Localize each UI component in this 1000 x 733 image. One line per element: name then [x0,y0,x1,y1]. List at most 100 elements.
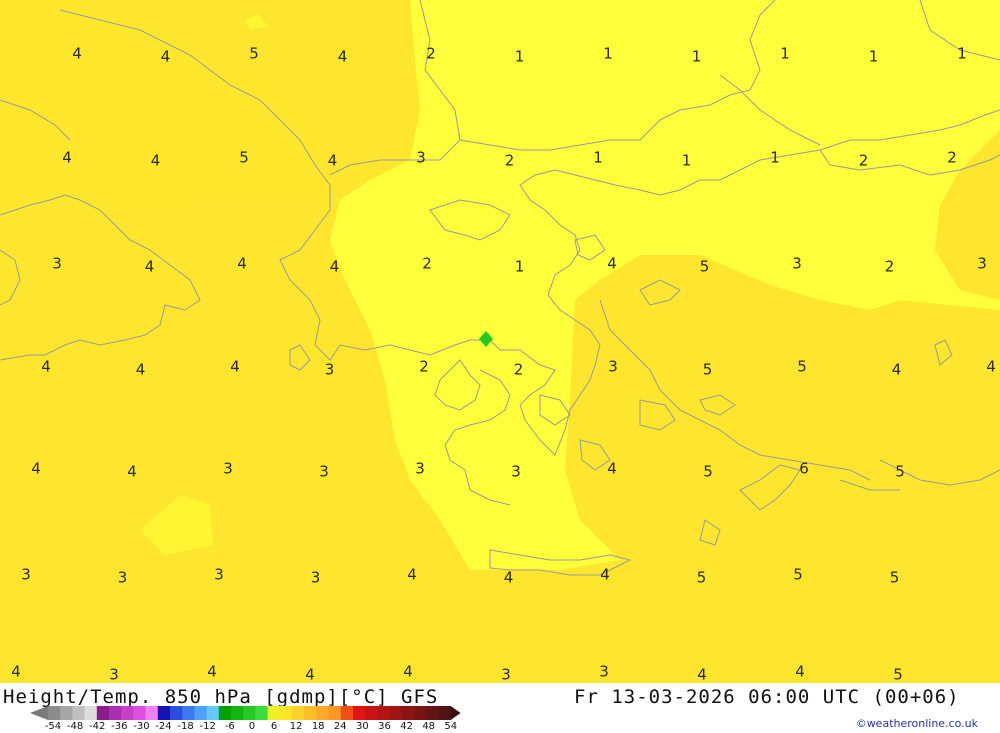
grid-value: 4 [31,459,41,478]
scale-swatch [365,706,378,720]
grid-value: 4 [337,47,348,66]
grid-value: 4 [327,151,338,170]
scale-swatch [133,706,147,720]
footer: Height/Temp. 850 hPa [gdmp][°C] GFS Fr 1… [0,683,1000,733]
scale-swatch [328,706,342,720]
scale-tick-label: 48 [422,721,436,732]
grid-value: 4 [230,357,240,376]
grid-value: 4 [503,568,514,587]
grid-value: 2 [884,257,895,276]
scale-tick-label: 18 [311,721,325,732]
grid-value: 1 [868,47,879,66]
grid-value: 4 [891,360,902,379]
grid-value: 1 [681,151,692,170]
grid-value: 3 [214,565,224,584]
scale-swatch [84,706,98,720]
grid-value: 2 [858,151,869,170]
grid-value: 1 [603,44,613,63]
scale-swatch [194,706,208,720]
scale-tick-label: -54 [44,721,62,732]
grid-value: 4 [697,665,707,683]
scale-tick-label: -6 [224,721,235,732]
grid-value: 3 [223,459,233,478]
grid-value: 3 [324,360,335,379]
scale-swatch [414,706,427,720]
grid-value: 1 [691,47,702,66]
grid-value: 3 [117,568,128,587]
scale-tick-label: -24 [155,721,172,732]
scale-tick-label: 24 [333,721,347,732]
grid-value: 3 [511,462,521,481]
grid-value: 3 [52,254,62,273]
grid-value: 5 [239,148,249,167]
grid-value: 5 [249,44,259,63]
scale-swatch [121,706,134,720]
grid-value: 4 [237,254,247,273]
isotherm-region-islet2 [245,14,268,30]
scale-tick-label: -36 [111,721,128,732]
grid-value: 5 [895,462,905,481]
grid-value: 2 [419,357,429,376]
scale-tick-label: 54 [444,721,458,732]
scale-swatch [145,706,159,720]
grid-value: 4 [795,662,805,681]
scale-swatch [243,706,256,720]
grid-value: 5 [889,568,900,587]
grid-value: 5 [699,257,710,276]
grid-value: 6 [799,459,809,478]
grid-value: 5 [696,568,707,587]
scale-tick-label: 12 [289,721,303,732]
grid-value: 3 [792,254,802,273]
grid-value: 4 [62,148,72,167]
grid-value: 4 [127,462,137,481]
grid-value: 3 [608,357,618,376]
scale-tick-label: 30 [356,721,369,732]
grid-value: 3 [319,462,329,481]
grid-value: 4 [11,662,21,681]
scale-swatch [377,706,391,720]
grid-value: 1 [770,148,780,167]
color-scale-bar [30,706,461,720]
grid-value: 3 [109,665,119,683]
credit-link[interactable]: ©weatheronline.co.uk [856,717,978,730]
scale-tick-label: -18 [177,721,194,732]
isotherm-region-islet [140,495,213,555]
grid-value: 3 [415,459,425,478]
scale-swatch [267,706,281,720]
map-title: Height/Temp. 850 hPa [gdmp][°C] GFS [3,686,439,708]
scale-arrow-right [450,706,461,720]
grid-value: 3 [416,148,426,167]
grid-value: 1 [593,148,603,167]
grid-value: 1 [780,44,790,63]
scale-tick-label: 42 [400,721,413,732]
grid-value: 4 [329,257,340,276]
map-datetime: Fr 13-03-2026 06:00 UTC (00+06) [574,686,960,708]
grid-value: 4 [41,357,51,376]
grid-value: 4 [607,459,617,478]
scale-swatch [401,706,415,720]
grid-value: 4 [72,44,82,63]
grid-value: 5 [703,462,713,481]
temperature-field [0,0,1000,576]
scale-swatch [255,706,269,720]
scale-swatch [279,706,293,720]
isotherm-region-mid [0,0,330,215]
grid-value: 4 [403,662,413,681]
color-scale: -54 -48 -42 -36 -30 -24 -18 -12 -6 0 6 12 18 24 30 36 42… [30,706,470,732]
scale-tick-label: -42 [89,721,106,732]
grid-value: 3 [599,662,609,681]
grid-value: 4 [135,360,146,379]
grid-value: 4 [150,151,161,170]
grid-value: 3 [21,565,31,584]
scale-swatch [340,706,354,720]
scale-swatch [438,706,452,720]
grid-value: 2 [504,151,515,170]
grid-value: 4 [207,662,217,681]
grid-value: 4 [607,254,617,273]
grid-value: 4 [600,565,610,584]
grid-value: 2 [422,254,432,273]
scale-swatch [96,706,110,720]
scale-tick-label: 6 [270,721,278,732]
scale-swatch [206,706,220,720]
grid-value: 3 [310,568,321,587]
